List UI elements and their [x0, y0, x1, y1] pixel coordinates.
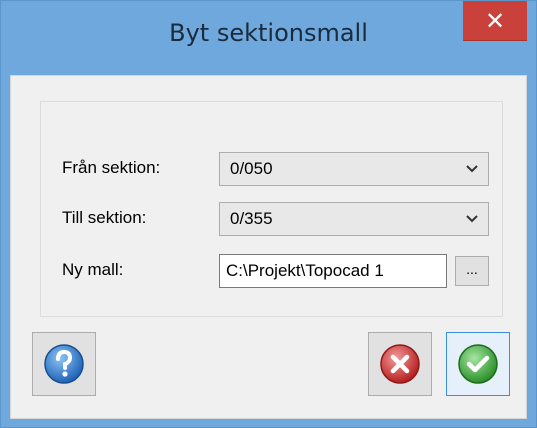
- chevron-down-icon: [466, 215, 478, 223]
- new-template-label: Ny mall:: [62, 260, 124, 279]
- close-icon: ✕: [484, 7, 506, 35]
- help-icon: [44, 344, 84, 384]
- dialog-window: Byt sektionsmall ✕ Från sektion: 0/050 T…: [0, 0, 537, 428]
- dialog-body: Från sektion: 0/050 Till sektion: 0/355 …: [10, 75, 527, 419]
- chevron-down-icon: [466, 165, 478, 173]
- cancel-button[interactable]: [368, 332, 432, 396]
- close-button[interactable]: ✕: [463, 1, 527, 41]
- ok-button[interactable]: [446, 332, 510, 396]
- to-section-value: 0/355: [230, 209, 273, 228]
- cancel-icon: [380, 344, 420, 384]
- ok-check-icon: [458, 344, 498, 384]
- to-section-combobox[interactable]: 0/355: [219, 202, 489, 236]
- help-button[interactable]: [32, 332, 96, 396]
- from-section-label: Från sektion:: [62, 158, 161, 177]
- from-section-combobox[interactable]: 0/050: [219, 152, 489, 186]
- new-template-input[interactable]: C:\Projekt\Topocad 1: [219, 254, 447, 288]
- new-template-value: C:\Projekt\Topocad 1: [226, 261, 384, 280]
- to-section-label: Till sektion:: [62, 208, 147, 227]
- title-bar[interactable]: Byt sektionsmall ✕: [1, 1, 536, 75]
- form-group: Från sektion: 0/050 Till sektion: 0/355 …: [40, 101, 503, 317]
- browse-button[interactable]: ...: [455, 256, 489, 286]
- from-section-value: 0/050: [230, 159, 273, 178]
- dialog-title: Byt sektionsmall: [169, 19, 368, 47]
